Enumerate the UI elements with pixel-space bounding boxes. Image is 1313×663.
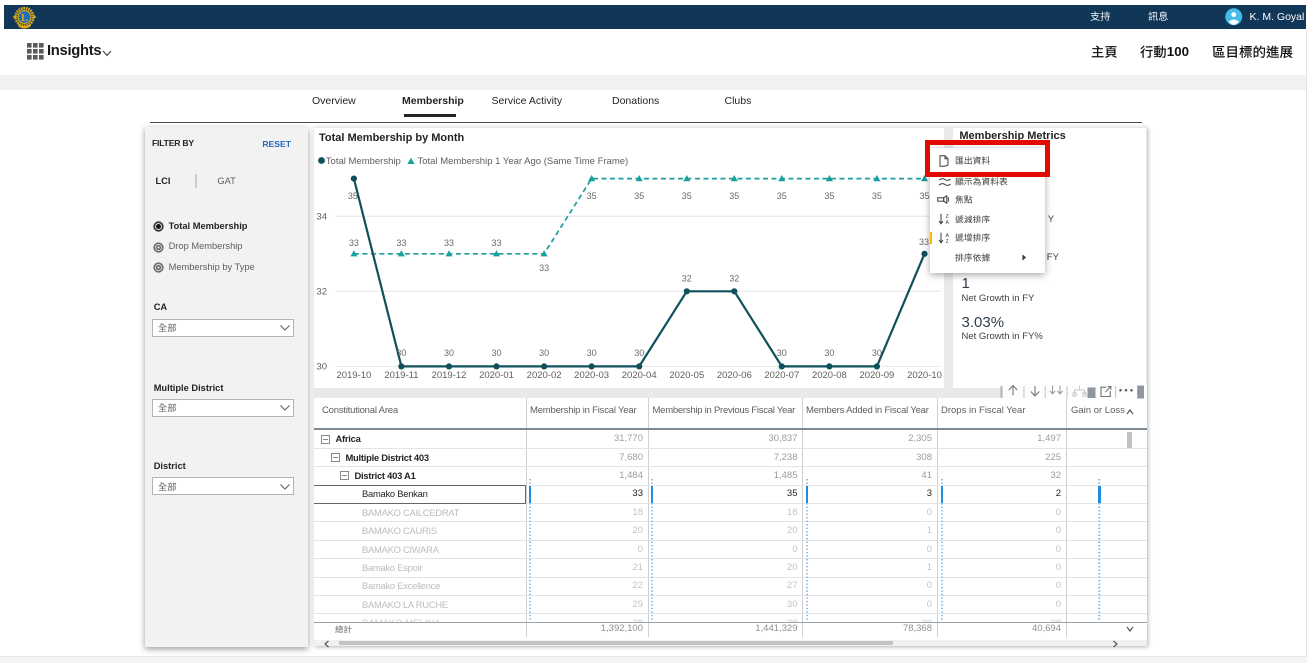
svg-text:2019-11: 2019-11 (384, 370, 418, 381)
svg-text:30: 30 (872, 347, 882, 357)
svg-text:Z: Z (946, 239, 949, 244)
svg-text:2020-06: 2020-06 (717, 370, 752, 381)
svg-text:35: 35 (729, 191, 739, 201)
svg-text:A: A (946, 220, 950, 225)
svg-text:30: 30 (316, 361, 327, 372)
svg-text:33: 33 (491, 237, 501, 247)
svg-text:33: 33 (349, 237, 359, 247)
svg-text:Total Membership: Total Membership (326, 156, 401, 167)
svg-text:35: 35 (824, 191, 834, 201)
svg-text:2020-03: 2020-03 (574, 370, 609, 381)
svg-text:33: 33 (444, 237, 454, 247)
svg-text:2020-02: 2020-02 (527, 370, 562, 381)
svg-text:30: 30 (777, 347, 787, 357)
svg-text:2020-10: 2020-10 (907, 370, 942, 381)
svg-text:Total Membership 1 Year Ago (S: Total Membership 1 Year Ago (Same Time F… (418, 156, 629, 167)
svg-text:32: 32 (316, 286, 327, 297)
svg-text:30: 30 (444, 347, 454, 357)
svg-text:2020-09: 2020-09 (859, 370, 894, 381)
svg-text:2020-01: 2020-01 (479, 370, 514, 381)
svg-text:30: 30 (824, 347, 834, 357)
svg-text:32: 32 (729, 273, 739, 283)
svg-text:2020-05: 2020-05 (669, 370, 704, 381)
svg-text:35: 35 (634, 191, 644, 201)
svg-text:35: 35 (777, 191, 787, 201)
svg-text:35: 35 (587, 191, 597, 201)
svg-text:30: 30 (634, 347, 644, 357)
svg-text:33: 33 (396, 237, 406, 247)
svg-text:35: 35 (919, 191, 929, 201)
svg-text:2019-10: 2019-10 (336, 370, 371, 381)
svg-text:30: 30 (587, 347, 597, 357)
svg-text:2020-07: 2020-07 (764, 370, 799, 381)
svg-text:30: 30 (539, 347, 549, 357)
svg-text:30: 30 (491, 347, 501, 357)
svg-text:33: 33 (919, 236, 929, 246)
svg-text:33: 33 (539, 263, 549, 273)
svg-text:35: 35 (872, 191, 882, 201)
svg-text:35: 35 (682, 191, 692, 201)
svg-text:35: 35 (348, 191, 358, 201)
svg-text:2020-04: 2020-04 (622, 370, 657, 381)
svg-text:L: L (20, 12, 27, 23)
svg-text:2019-12: 2019-12 (432, 370, 467, 381)
svg-text:30: 30 (396, 347, 406, 357)
svg-text:34: 34 (316, 211, 327, 222)
svg-text:2020-08: 2020-08 (812, 370, 847, 381)
svg-text:32: 32 (682, 273, 692, 283)
